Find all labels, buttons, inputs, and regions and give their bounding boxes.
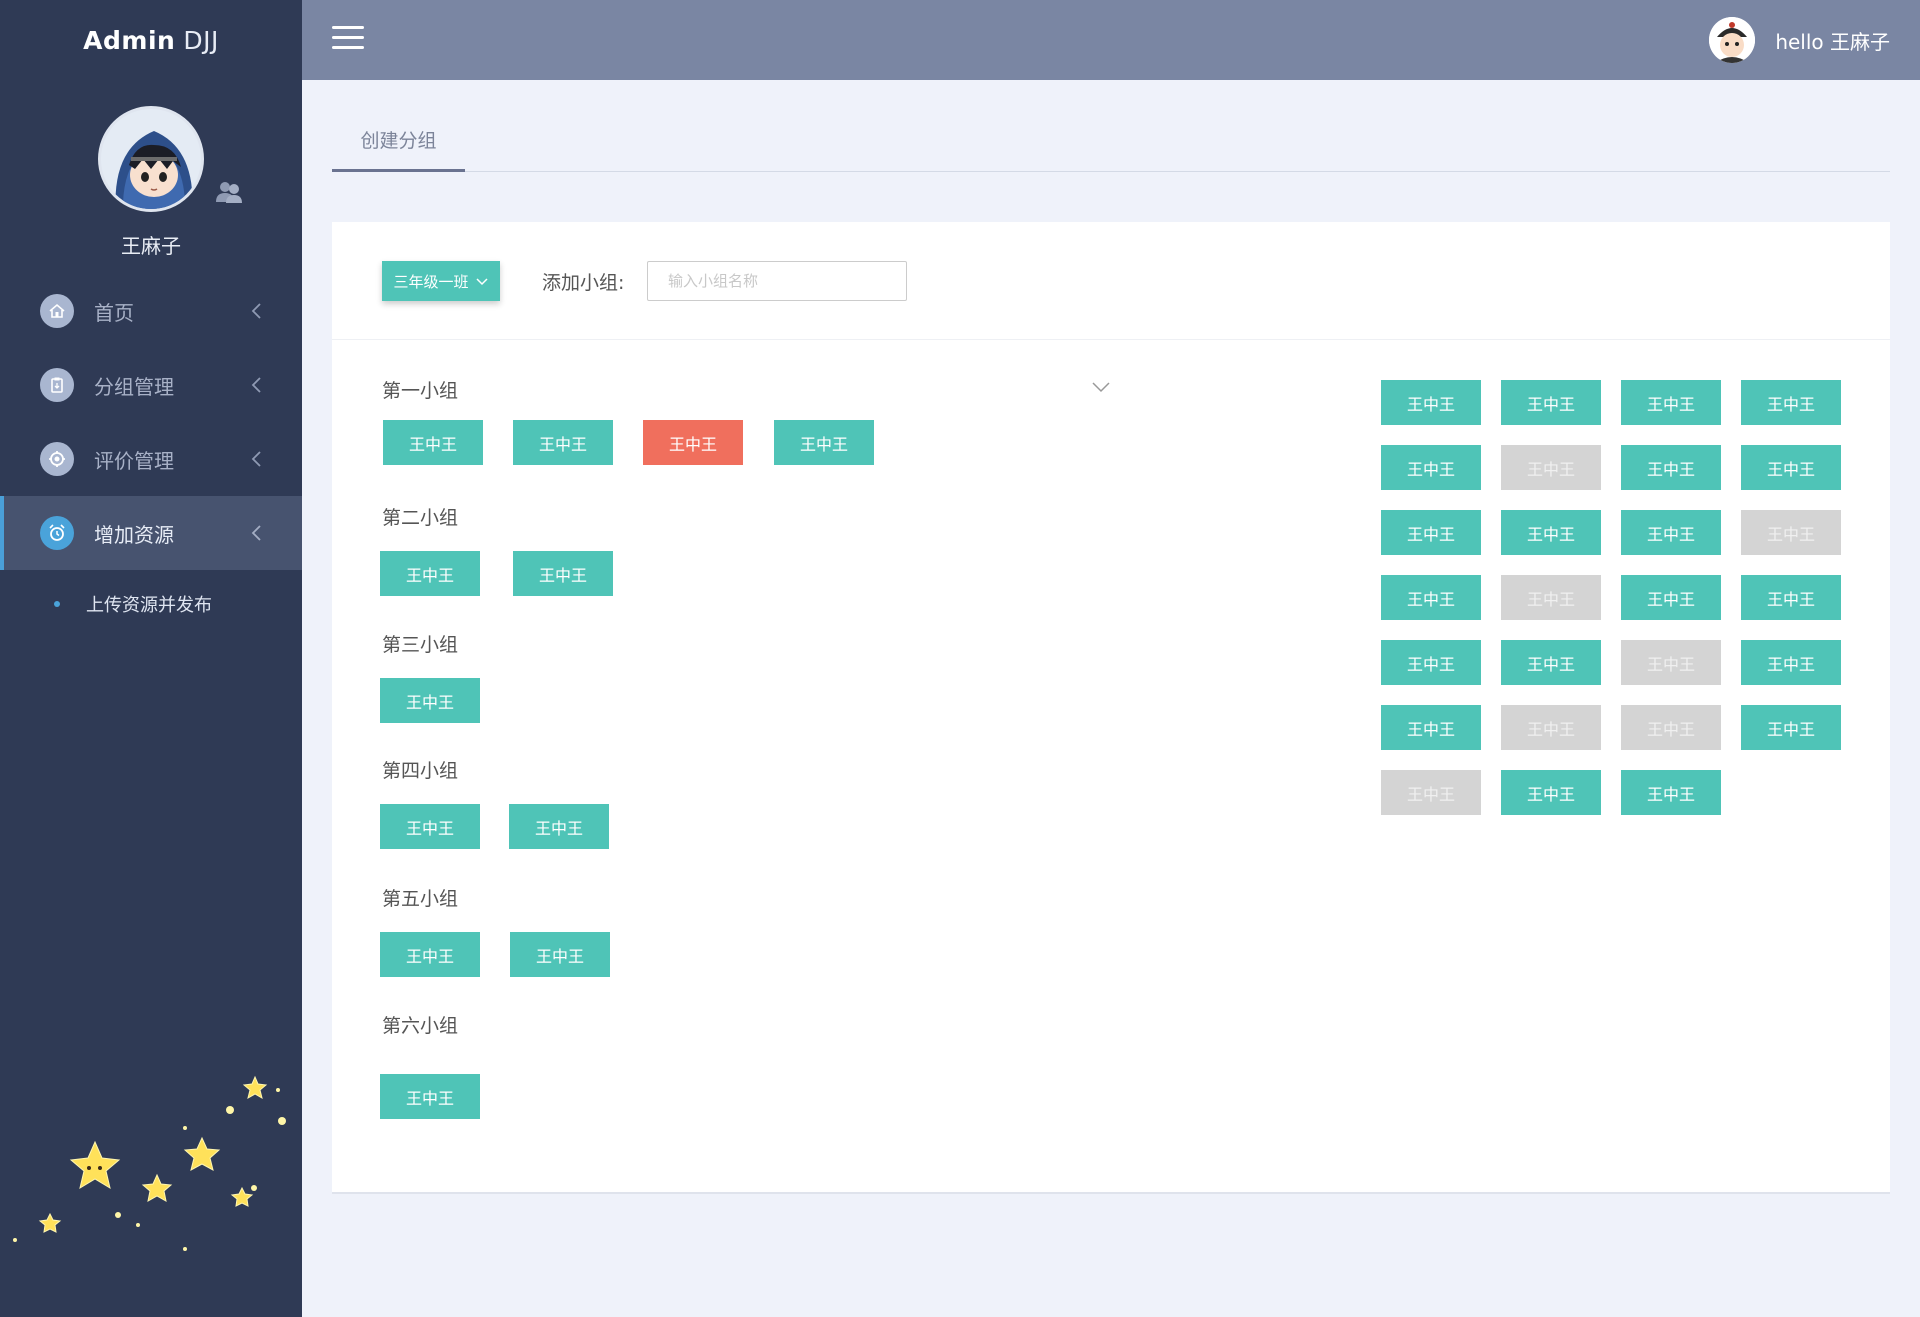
add-group-label: 添加小组: [542, 272, 625, 294]
settings-icon [40, 442, 74, 476]
pool-member-button[interactable]: 王中王 [1381, 640, 1481, 685]
chevron-left-icon [251, 451, 261, 467]
greeting: hello 王麻子 [1775, 29, 1890, 54]
menu-toggle-icon[interactable] [332, 26, 364, 54]
user-switch-icon[interactable] [214, 176, 244, 206]
chevron-left-icon [251, 525, 261, 541]
sidebar-item-home[interactable]: 首页 [0, 274, 302, 348]
pool-member-button[interactable]: 王中王 [1501, 510, 1601, 555]
group-member-button[interactable]: 王中王 [513, 551, 613, 596]
clipboard-icon [40, 368, 74, 402]
pool-member-button[interactable]: 王中王 [1501, 770, 1601, 815]
group-title: 第四小组 [382, 760, 459, 782]
group-member-button[interactable]: 王中王 [380, 678, 480, 723]
chevron-down-icon [475, 278, 488, 286]
topbar: hello 王麻子 [302, 0, 1920, 80]
pool-member-button-assigned: 王中王 [1501, 445, 1601, 490]
submenu-label: 上传资源并发布 [86, 595, 212, 616]
top-user[interactable]: hello 王麻子 [1709, 16, 1890, 64]
pool-member-button[interactable]: 王中王 [1381, 380, 1481, 425]
pool-member-button-assigned: 王中王 [1741, 510, 1841, 555]
group-member-button[interactable]: 王中王 [509, 804, 609, 849]
chevron-down-icon[interactable] [1090, 376, 1112, 398]
pool-member-button[interactable]: 王中王 [1741, 640, 1841, 685]
pool-member-button[interactable]: 王中王 [1741, 445, 1841, 490]
brand-bold: Admin [83, 25, 176, 55]
group-member-button[interactable]: 王中王 [774, 420, 874, 465]
group-member-button[interactable]: 王中王 [383, 420, 483, 465]
group-title: 第一小组 [382, 380, 459, 402]
pool-member-button[interactable]: 王中王 [1501, 380, 1601, 425]
pool-member-button[interactable]: 王中王 [1501, 640, 1601, 685]
pool-member-button[interactable]: 王中王 [1741, 705, 1841, 750]
group-member-button[interactable]: 王中王 [380, 804, 480, 849]
stars-decoration [13, 1075, 286, 1251]
member-pool: 王中王 王中王 王中王 王中王 王中王 王中王 王中王 王中王 王中王 王中王 王中王 王中王 王中王王… [1381, 380, 1861, 880]
pool-member-button-assigned: 王中王 [1621, 705, 1721, 750]
user-avatar[interactable] [1709, 17, 1756, 63]
pool-member-button[interactable]: 王中王 [1381, 575, 1481, 620]
sidebar-item-label: 首页 [94, 300, 134, 325]
brand-light: DJJ [183, 25, 219, 55]
brand-logo[interactable]: Admin DJJ [0, 0, 302, 80]
chevron-left-icon [251, 377, 261, 393]
tab-create-group[interactable]: 创建分组 [332, 110, 465, 172]
pool-member-button[interactable]: 王中王 [1621, 445, 1721, 490]
pool-member-button-assigned: 王中王 [1501, 575, 1601, 620]
group-member-button[interactable]: 王中王 [513, 420, 613, 465]
group-title: 第二小组 [382, 507, 459, 529]
sidebar-menu: 首页 分组管理 评价管理 增加资源 [0, 274, 302, 570]
class-select[interactable]: 三年级一班 [382, 261, 500, 301]
card-toolbar: 三年级一班 添加小组: [332, 222, 1890, 340]
group-name-input[interactable] [647, 261, 907, 301]
chevron-left-icon [251, 303, 261, 319]
submenu-upload-publish[interactable]: 上传资源并发布 [0, 574, 302, 634]
group-member-button[interactable]: 王中王 [380, 1074, 480, 1119]
user-profile: 王麻子 [0, 106, 302, 259]
pool-member-button[interactable]: 王中王 [1381, 705, 1481, 750]
pool-member-button-assigned: 王中王 [1381, 770, 1481, 815]
pool-member-button[interactable]: 王中王 [1381, 510, 1481, 555]
groups-list: 第一小组 王中王 王中王 王中王 王中王 第二小组 王中王 王中王 第三小组 王中王 第四小组 王中王… [332, 340, 1232, 1180]
home-icon [40, 294, 74, 328]
tab-bar: 创建分组 [332, 110, 1890, 172]
pool-member-button[interactable]: 王中王 [1621, 770, 1721, 815]
bullet-icon [54, 601, 60, 607]
sidebar-item-label: 分组管理 [94, 374, 174, 399]
group-member-button[interactable]: 王中王 [380, 932, 480, 977]
sidebar-item-add-resource[interactable]: 增加资源 [0, 496, 302, 570]
sidebar-item-label: 评价管理 [94, 448, 174, 473]
pool-member-button[interactable]: 王中王 [1741, 575, 1841, 620]
pool-member-button[interactable]: 王中王 [1621, 575, 1721, 620]
group-title: 第三小组 [382, 634, 459, 656]
pool-member-button[interactable]: 王中王 [1381, 445, 1481, 490]
avatar[interactable] [98, 106, 204, 212]
group-title: 第六小组 [382, 1015, 459, 1037]
group-member-button-selected[interactable]: 王中王 [643, 420, 743, 465]
sidebar: Admin DJJ 王麻子 首页 分组管理 评价管理 增加资源 上传资源并发布 [0, 0, 302, 1317]
sidebar-item-label: 增加资源 [94, 522, 174, 547]
pool-member-button[interactable]: 王中王 [1621, 380, 1721, 425]
pool-member-button[interactable]: 王中王 [1621, 510, 1721, 555]
sidebar-item-evaluation[interactable]: 评价管理 [0, 422, 302, 496]
group-title: 第五小组 [382, 888, 459, 910]
pool-member-button-assigned: 王中王 [1621, 640, 1721, 685]
profile-name: 王麻子 [121, 234, 181, 258]
group-card: 三年级一班 添加小组: 第一小组王中王王中王王中王王中王第二小组王中王王中王第三… [332, 222, 1890, 1194]
sidebar-item-groups[interactable]: 分组管理 [0, 348, 302, 422]
group-member-button[interactable]: 王中王 [380, 551, 480, 596]
class-select-value: 三年级一班 [393, 272, 469, 291]
pool-member-button[interactable]: 王中王 [1741, 380, 1841, 425]
alarm-icon [40, 516, 74, 550]
group-member-button[interactable]: 王中王 [510, 932, 610, 977]
pool-member-button-assigned: 王中王 [1501, 705, 1601, 750]
